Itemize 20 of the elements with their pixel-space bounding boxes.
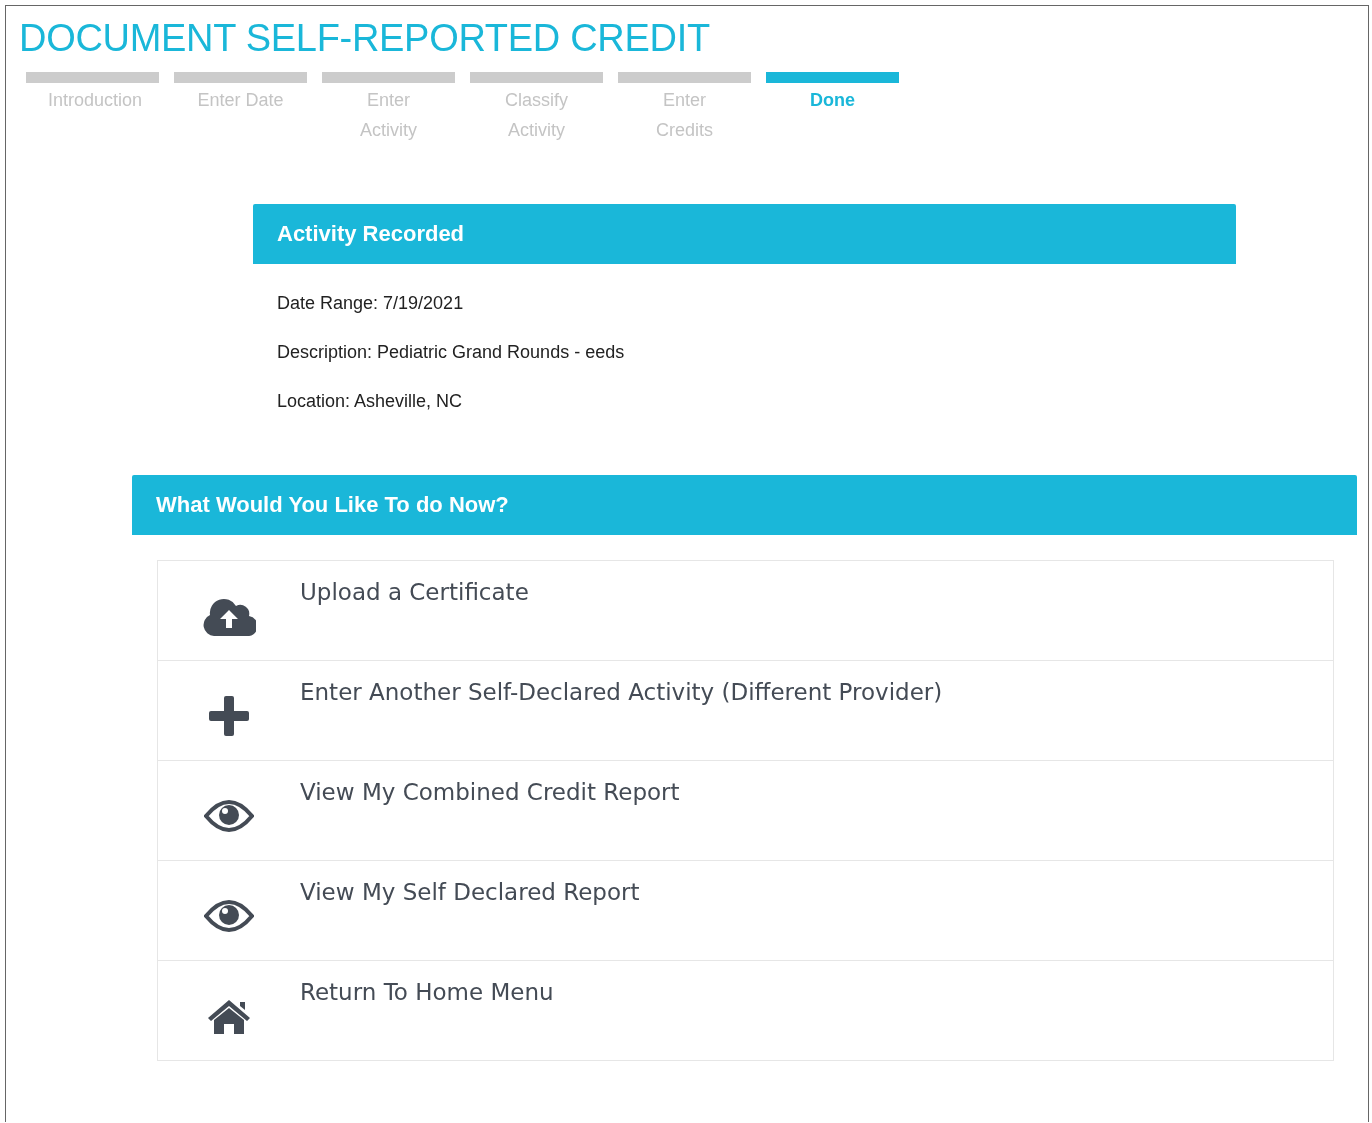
action-item[interactable]: Upload a Certificate xyxy=(158,561,1333,660)
action-item[interactable]: Enter Another Self-Declared Activity (Different Provider) xyxy=(158,660,1333,760)
action-item[interactable]: Return To Home Menu xyxy=(158,960,1333,1060)
eye-icon xyxy=(204,899,254,932)
action-item[interactable]: View My Combined Credit Report xyxy=(158,760,1333,860)
panel-header: What Would You Like To do Now? xyxy=(132,475,1357,535)
eye-icon xyxy=(204,799,254,832)
action-label[interactable]: Enter Another Self-Declared Activity (Different Provider) xyxy=(300,679,943,709)
action-label[interactable]: View My Combined Credit Report xyxy=(300,779,680,809)
detail-text: Location: Asheville, NC xyxy=(277,390,464,413)
detail-text: Description: Pediatric Grand Rounds - eeds xyxy=(277,341,626,364)
action-label[interactable]: Return To Home Menu xyxy=(300,979,554,1009)
action-label[interactable]: Upload a Certificate xyxy=(300,579,529,609)
action-label[interactable]: View My Self Declared Report xyxy=(300,879,640,909)
page-title: DOCUMENT SELF-REPORTED CREDIT xyxy=(19,16,711,60)
plus-icon xyxy=(209,695,249,736)
panel-header: Activity Recorded xyxy=(253,204,1236,264)
home-icon xyxy=(206,997,252,1034)
detail-text: Date Range: 7/19/2021 xyxy=(277,292,465,315)
action-item[interactable]: View My Self Declared Report xyxy=(158,860,1333,960)
